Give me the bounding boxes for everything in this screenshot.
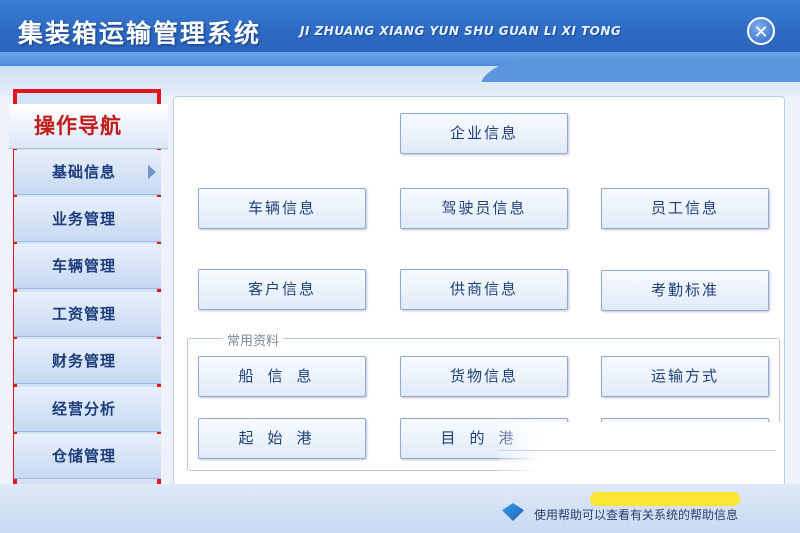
- obscured-area: [498, 422, 783, 492]
- footer-highlight: [590, 492, 740, 506]
- sidebar-item-warehouse[interactable]: 仓储管理: [14, 434, 161, 479]
- footer-help-text: 使用帮助可以查看有关系统的帮助信息: [534, 508, 739, 522]
- supplier-info-button[interactable]: 供商信息: [400, 269, 568, 310]
- sidebar-header-title: 操作导航: [34, 114, 122, 138]
- chevron-right-icon: [148, 165, 156, 179]
- app-title: 集装箱运输管理系统: [18, 19, 262, 48]
- origin-port-button[interactable]: 起始港: [198, 418, 366, 459]
- transport-mode-button[interactable]: 运输方式: [601, 356, 769, 397]
- customer-info-button[interactable]: 客户信息: [198, 269, 366, 310]
- ship-info-button[interactable]: 船信息: [198, 356, 366, 397]
- attendance-standard-button[interactable]: 考勤标准: [601, 270, 769, 311]
- sidebar-item-payroll[interactable]: 工资管理: [14, 292, 161, 337]
- driver-info-button[interactable]: 驾驶员信息: [400, 188, 568, 229]
- sidebar-item-basic-info[interactable]: 基础信息: [14, 150, 161, 195]
- employee-info-button[interactable]: 员工信息: [601, 188, 769, 229]
- sidebar-item-business[interactable]: 业务管理: [14, 197, 161, 242]
- vehicle-info-button[interactable]: 车辆信息: [198, 188, 366, 229]
- sidebar-item-finance[interactable]: 财务管理: [14, 339, 161, 384]
- sidebar-item-analysis[interactable]: 经营分析: [14, 387, 161, 432]
- sidebar-item-vehicles[interactable]: 车辆管理: [14, 244, 161, 289]
- obscured-area-line: [498, 450, 776, 451]
- app-title-pinyin: JI ZHUANG XIANG YUN SHU GUAN LI XI TONG: [300, 24, 622, 38]
- close-icon[interactable]: ✕: [747, 17, 775, 45]
- common-data-group-label: 常用资料: [223, 330, 284, 349]
- goods-info-button[interactable]: 货物信息: [400, 356, 568, 397]
- enterprise-info-button[interactable]: 企业信息: [400, 113, 568, 154]
